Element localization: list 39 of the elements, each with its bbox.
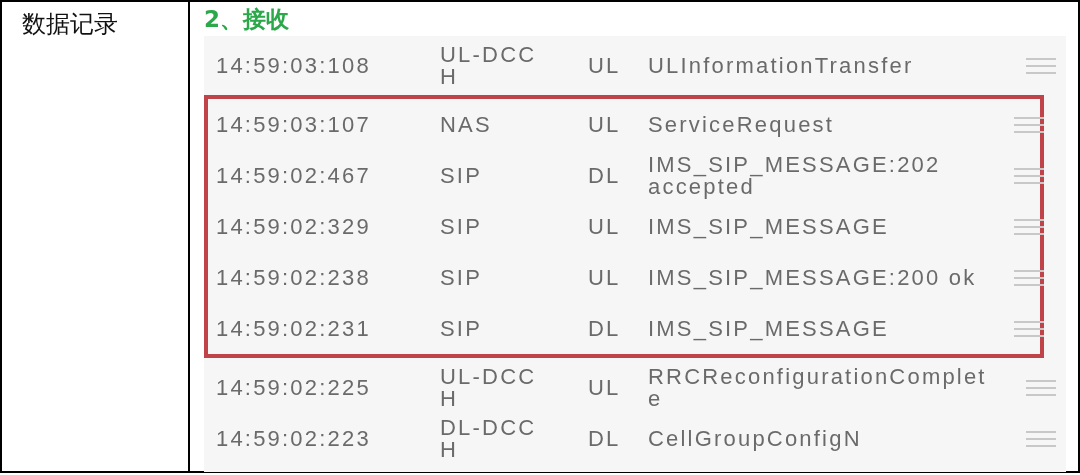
log-time: 14:59:02:223 [216,427,372,450]
log-message: CellGroupConfigN [648,427,863,450]
log-message: IMS_SIP_MESSAGE [648,215,890,238]
log-time: 14:59:02:238 [216,266,372,289]
menu-icon[interactable] [1014,320,1044,337]
log-channel: SIP [440,266,484,289]
log-time: 14:59:02:467 [216,164,372,187]
log-channel: SIP [440,317,484,340]
menu-icon[interactable] [1014,218,1044,235]
log-channel: SIP [440,215,484,238]
log-message: IMS_SIP_MESSAGE:202 accepted [648,153,942,198]
log-time: 14:59:02:225 [216,376,372,399]
log-time: 14:59:03:108 [216,54,372,77]
log-direction: DL [588,164,622,187]
log-direction: DL [588,427,622,450]
menu-icon[interactable] [1014,269,1044,286]
row-label: 数据记录 [22,10,118,38]
menu-icon[interactable] [1014,167,1044,184]
log-direction: UL [588,215,622,238]
section-title: 2、接收 [204,5,290,34]
log-message: IMS_SIP_MESSAGE [648,317,890,340]
log-channel: UL-DCCH [440,365,538,410]
log-time: 14:59:02:231 [216,317,372,340]
log-direction: UL [588,113,622,136]
log-channel: UL-DCCH [440,43,538,88]
menu-icon[interactable] [1014,116,1044,133]
log-direction: UL [588,376,622,399]
log-time: 14:59:03:107 [216,113,372,136]
log-message: RRCReconfigurationComplete [648,365,988,410]
log-direction: UL [588,266,622,289]
log-channel: DL-DCCH [440,416,538,461]
log-channel: NAS [440,113,493,136]
log-direction: DL [588,317,622,340]
log-channel: SIP [440,164,484,187]
log-message: ULInformationTransfer [648,54,915,77]
log-message: ServiceRequest [648,113,836,136]
log-direction: UL [588,54,622,77]
log-time: 14:59:02:329 [216,215,372,238]
log-message: IMS_SIP_MESSAGE:200 ok [648,266,978,289]
